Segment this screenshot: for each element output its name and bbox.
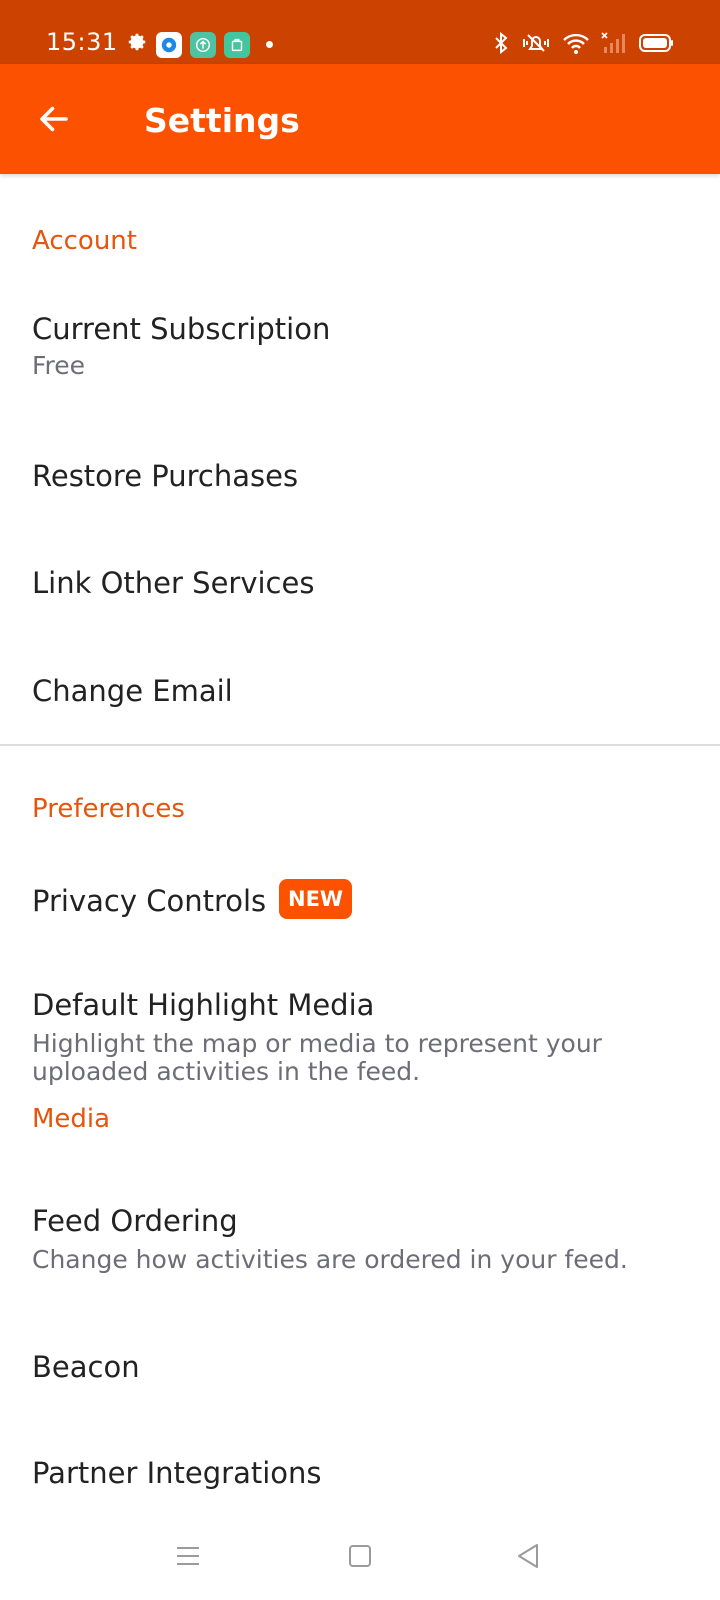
bluetooth-icon	[492, 31, 510, 60]
section-header-preferences: Preferences	[32, 794, 185, 824]
back-button[interactable]	[30, 95, 78, 143]
setting-privacy-controls[interactable]: Privacy Controls	[0, 852, 720, 952]
gear-icon	[126, 31, 148, 58]
menu-icon	[177, 1547, 199, 1565]
setting-title: Restore Purchases	[32, 459, 299, 493]
setting-title: Current Subscription	[32, 312, 331, 346]
home-square-icon	[349, 1545, 371, 1567]
new-badge: NEW	[279, 879, 353, 919]
arrow-left-icon	[40, 106, 68, 132]
setting-subtitle: Change how activities are ordered in you…	[32, 1245, 628, 1274]
setting-feed-ordering[interactable]: Feed Ordering Change how activities are …	[0, 1180, 720, 1300]
setting-partner-integrations[interactable]: Partner Integrations	[0, 1428, 720, 1512]
recents-button[interactable]	[166, 1534, 210, 1578]
setting-value: Media	[32, 1104, 111, 1134]
cellular-signal-icon	[600, 31, 628, 60]
status-time: 15:31	[46, 28, 118, 56]
status-right-icons	[492, 31, 674, 60]
setting-link-other-services[interactable]: Link Other Services	[0, 532, 720, 632]
status-left-icons	[126, 31, 273, 58]
setting-title: Default Highlight Media	[32, 988, 375, 1022]
setting-title: Feed Ordering	[32, 1204, 238, 1238]
back-triangle-icon	[518, 1544, 538, 1568]
page-title: Settings	[144, 101, 300, 140]
setting-title: Link Other Services	[32, 566, 315, 600]
setting-title: Beacon	[32, 1350, 140, 1384]
system-nav-bar	[0, 1512, 720, 1600]
section-divider	[0, 744, 720, 746]
setting-subtitle: Highlight the map or media to represent …	[32, 1029, 602, 1086]
section-header-account: Account	[32, 226, 137, 256]
setting-current-subscription[interactable]: Current Subscription Free	[0, 290, 720, 412]
shop-app-icon	[224, 31, 250, 58]
home-button[interactable]	[338, 1534, 382, 1578]
status-bar: 15:31	[0, 0, 720, 64]
setting-default-highlight-media[interactable]: Default Highlight Media Highlight the ma…	[0, 960, 720, 1140]
vibrate-icon	[520, 31, 552, 60]
setting-subtitle: Free	[32, 351, 86, 380]
setting-restore-purchases[interactable]: Restore Purchases	[0, 425, 720, 525]
app-bar: Settings	[0, 64, 720, 174]
upload-app-icon	[190, 31, 216, 58]
system-back-button[interactable]	[506, 1534, 550, 1578]
setting-title: Privacy Controls	[32, 884, 267, 918]
setting-title: Partner Integrations	[32, 1456, 322, 1490]
dot-icon	[266, 41, 273, 48]
setting-title: Change Email	[32, 674, 233, 708]
battery-icon	[638, 31, 674, 60]
setting-beacon[interactable]: Beacon	[0, 1322, 720, 1422]
wifi-icon	[562, 31, 590, 60]
setting-change-email[interactable]: Change Email	[0, 638, 720, 738]
app-notification-icon	[156, 31, 182, 58]
